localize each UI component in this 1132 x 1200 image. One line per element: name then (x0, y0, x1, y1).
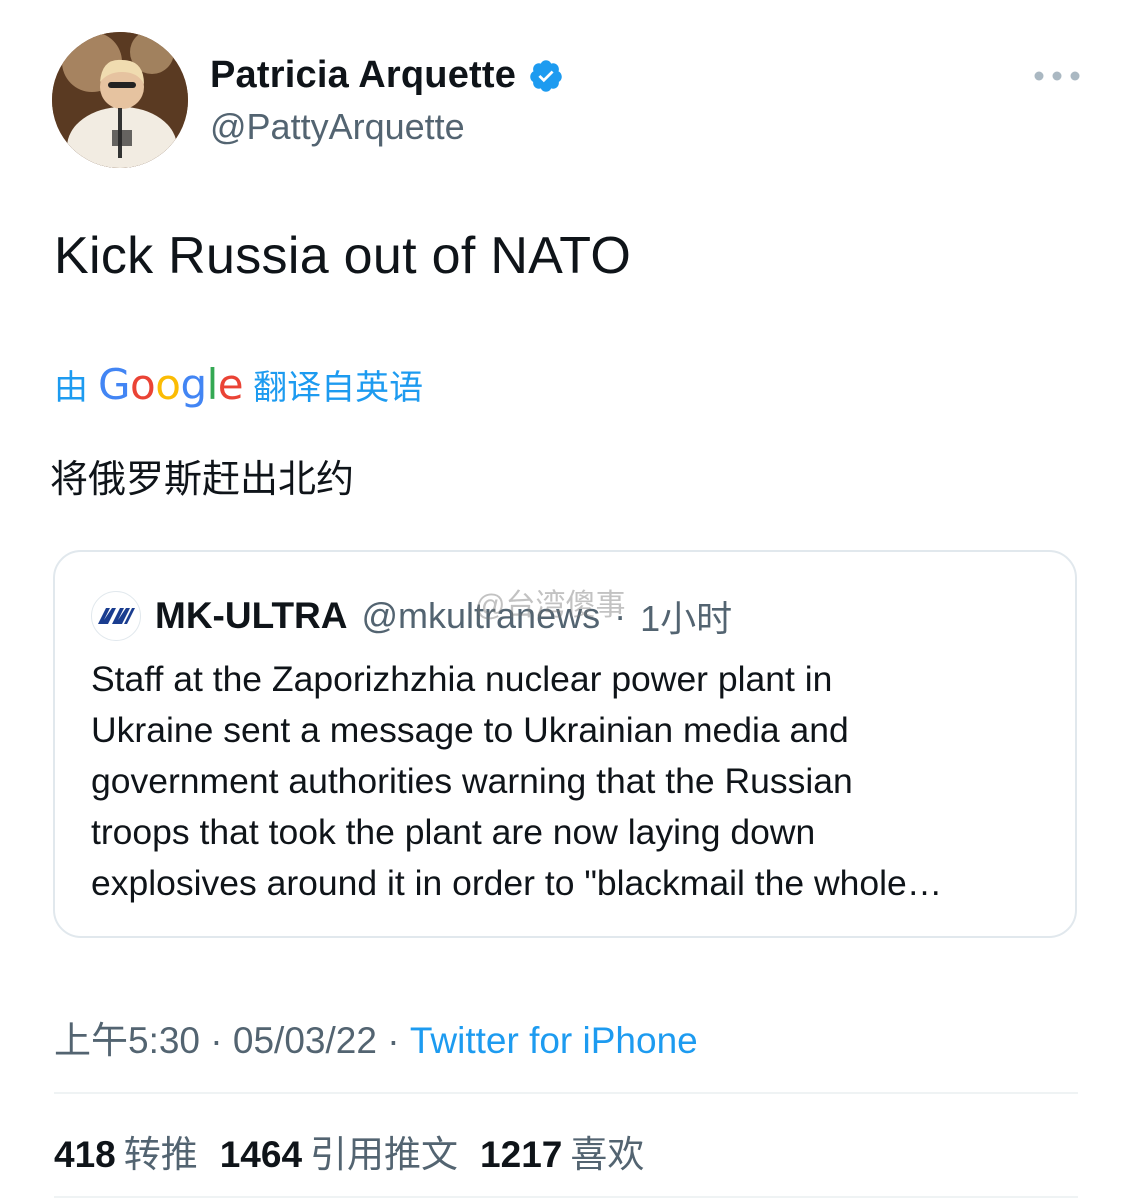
quoted-line: Staff at the Zaporizhzhia nuclear power … (91, 659, 833, 699)
translated-text: 将俄罗斯赶出北约 (50, 459, 355, 501)
author-avatar[interactable] (52, 32, 188, 168)
quoted-tweet-card[interactable]: MK-ULTRA @mkultranews · 1小时 @台湾傻事 Staff … (53, 550, 1077, 938)
google-logo: Google (98, 360, 244, 409)
tweet-stats: 418 转推 1464 引用推文 1217 喜欢 (54, 1124, 644, 1178)
retweets-label: 转推 (123, 1134, 198, 1175)
likes-stat[interactable]: 1217 喜欢 (480, 1124, 644, 1178)
quoted-line: government authorities warning that the … (91, 761, 853, 801)
tweet-header: Patricia Arquette @PattyArquette (52, 32, 1082, 172)
translation-prefix: 由 (54, 369, 88, 407)
quoted-author-handle: @mkultranews (361, 595, 601, 636)
retweets-stat[interactable]: 418 转推 (54, 1124, 198, 1178)
quotes-stat[interactable]: 1464 引用推文 (220, 1124, 458, 1178)
tweet-text: Kick Russia out of NATO (54, 227, 632, 285)
tweet-time[interactable]: 上午5:30 (54, 1020, 200, 1061)
quoted-tweet-header: MK-ULTRA @mkultranews · 1小时 (91, 590, 732, 642)
quoted-tweet-body: Staff at the Zaporizhzhia nuclear power … (91, 654, 991, 909)
quoted-line: troops that took the plant are now layin… (91, 812, 816, 852)
divider (54, 1196, 1078, 1198)
quoted-line: explosives around it in order to "blackm… (91, 863, 943, 903)
retweets-count: 418 (54, 1134, 116, 1175)
divider (54, 1092, 1078, 1094)
author-name-row: Patricia Arquette (210, 54, 564, 97)
avatar-photo (52, 32, 188, 168)
translation-suffix: 翻译自英语 (253, 369, 424, 407)
tweet-source-link[interactable]: Twitter for iPhone (410, 1020, 698, 1061)
tweet-meta: 上午5:30 · 05/03/22 · Twitter for iPhone (54, 1010, 698, 1064)
meta-separator: · (210, 1020, 223, 1061)
likes-count: 1217 (480, 1134, 563, 1175)
quotes-label: 引用推文 (310, 1134, 459, 1175)
tweet-date[interactable]: 05/03/22 (233, 1020, 377, 1061)
likes-label: 喜欢 (570, 1134, 645, 1175)
more-options-icon[interactable] (1032, 66, 1082, 86)
quoted-author-name: MK-ULTRA (155, 595, 348, 636)
translation-attribution[interactable]: 由 Google 翻译自英语 (54, 360, 423, 409)
verified-badge-icon (530, 59, 562, 92)
meta-separator: · (387, 1020, 400, 1061)
quoted-time: 1小时 (640, 598, 733, 639)
mk-ultra-logo-icon (91, 591, 141, 641)
quoted-line: Ukraine sent a message to Ukrainian medi… (91, 710, 849, 750)
author-handle[interactable]: @PattyArquette (210, 106, 465, 148)
quoted-separator: · (614, 595, 627, 636)
quotes-count: 1464 (219, 1134, 303, 1175)
author-display-name[interactable]: Patricia Arquette (210, 54, 516, 97)
